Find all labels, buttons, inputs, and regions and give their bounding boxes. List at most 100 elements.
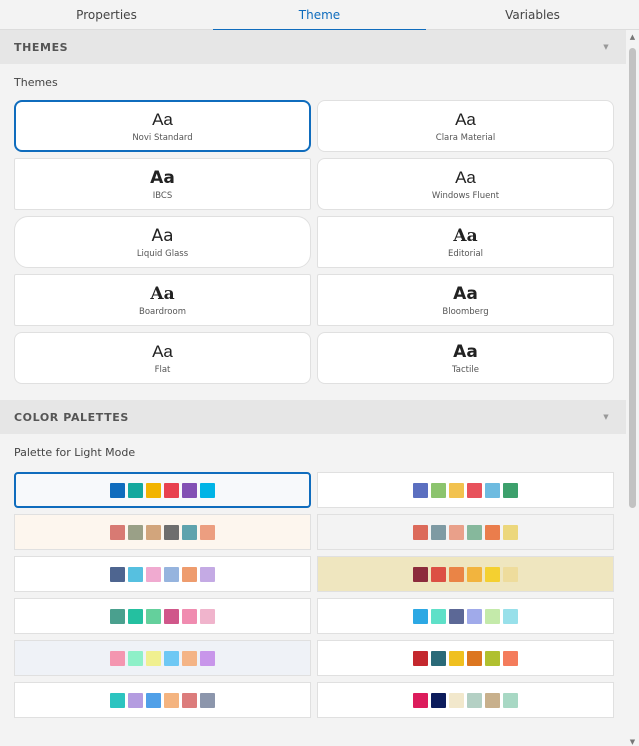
theme-name: Bloomberg bbox=[442, 306, 489, 317]
palette-swatch bbox=[431, 482, 446, 498]
palette-card[interactable] bbox=[317, 640, 614, 676]
theme-name: Clara Material bbox=[435, 132, 496, 143]
theme-name: Flat bbox=[154, 364, 171, 375]
palette-swatch bbox=[128, 482, 143, 498]
palette-swatch bbox=[164, 566, 179, 582]
palette-card[interactable] bbox=[14, 514, 311, 550]
palette-swatch bbox=[164, 524, 179, 540]
chevron-down-icon[interactable]: ▼ bbox=[600, 411, 612, 423]
palette-swatch bbox=[467, 692, 482, 708]
palette-swatch bbox=[146, 692, 161, 708]
palette-swatch bbox=[431, 566, 446, 582]
themes-section-header[interactable]: THEMES ▼ bbox=[0, 30, 626, 64]
theme-sample: Aa bbox=[455, 109, 476, 129]
palette-swatch bbox=[413, 692, 428, 708]
palette-swatch bbox=[431, 650, 446, 666]
theme-name: Boardroom bbox=[139, 306, 186, 317]
palette-card[interactable] bbox=[14, 556, 311, 592]
palette-swatch bbox=[449, 566, 464, 582]
palette-swatch bbox=[146, 482, 161, 498]
theme-card-tactile[interactable]: Aa Tactile bbox=[317, 332, 614, 384]
theme-card-windows-fluent[interactable]: Aa Windows Fluent bbox=[317, 158, 614, 210]
palette-swatch bbox=[413, 566, 428, 582]
palette-swatch bbox=[146, 566, 161, 582]
theme-sample: Aa bbox=[453, 283, 478, 304]
palette-card[interactable] bbox=[317, 472, 614, 508]
palette-swatch bbox=[200, 524, 215, 540]
palette-swatch bbox=[200, 650, 215, 666]
palette-swatch bbox=[128, 650, 143, 666]
palette-swatch bbox=[164, 608, 179, 624]
palette-swatch bbox=[146, 608, 161, 624]
vertical-scrollbar[interactable]: ▲ ▼ bbox=[626, 30, 639, 746]
palette-swatch bbox=[164, 482, 179, 498]
palette-swatch bbox=[431, 524, 446, 540]
palette-swatch bbox=[503, 566, 518, 582]
palette-card[interactable] bbox=[317, 514, 614, 550]
palette-swatch bbox=[467, 524, 482, 540]
palette-swatch bbox=[413, 482, 428, 498]
palette-swatch bbox=[110, 608, 125, 624]
theme-card-liquid-glass[interactable]: Aa Liquid Glass bbox=[14, 216, 311, 268]
palette-light-mode-label: Palette for Light Mode bbox=[14, 446, 136, 459]
palette-grid bbox=[0, 466, 626, 718]
palette-swatch bbox=[164, 650, 179, 666]
theme-card-bloomberg[interactable]: Aa Bloomberg bbox=[317, 274, 614, 326]
palette-swatch bbox=[182, 566, 197, 582]
theme-name: Liquid Glass bbox=[136, 248, 189, 259]
theme-card-flat[interactable]: Aa Flat bbox=[14, 332, 311, 384]
palette-card[interactable] bbox=[14, 598, 311, 634]
theme-sample: Aa bbox=[150, 283, 175, 304]
palette-swatch bbox=[503, 482, 518, 498]
theme-sample: Aa bbox=[453, 341, 478, 362]
palette-card[interactable] bbox=[14, 682, 311, 718]
tab-theme[interactable]: Theme bbox=[213, 0, 426, 31]
palette-swatch bbox=[503, 692, 518, 708]
palette-swatch bbox=[449, 482, 464, 498]
palette-card[interactable] bbox=[317, 598, 614, 634]
palette-swatch bbox=[449, 608, 464, 624]
palette-swatch bbox=[182, 650, 197, 666]
theme-sample: Aa bbox=[152, 109, 173, 129]
theme-name: Novi Standard bbox=[132, 132, 193, 143]
chevron-down-icon[interactable]: ▼ bbox=[600, 41, 612, 53]
theme-card-clara-material[interactable]: Aa Clara Material bbox=[317, 100, 614, 152]
theme-card-novi-standard[interactable]: Aa Novi Standard bbox=[14, 100, 311, 152]
palette-swatch bbox=[485, 524, 500, 540]
palette-swatch bbox=[431, 692, 446, 708]
palette-swatch bbox=[200, 482, 215, 498]
palette-swatch bbox=[503, 524, 518, 540]
palette-swatch bbox=[128, 566, 143, 582]
color-palettes-section-title: COLOR PALETTES bbox=[14, 410, 129, 424]
palette-swatch bbox=[110, 650, 125, 666]
tab-variables[interactable]: Variables bbox=[426, 0, 639, 30]
palette-swatch bbox=[503, 608, 518, 624]
palette-swatch bbox=[485, 566, 500, 582]
tab-properties[interactable]: Properties bbox=[0, 0, 213, 30]
palette-card[interactable] bbox=[317, 682, 614, 718]
theme-card-ibcs[interactable]: Aa IBCS bbox=[14, 158, 311, 210]
theme-sample: Aa bbox=[151, 225, 174, 246]
theme-sample: Aa bbox=[453, 225, 478, 246]
palette-swatch bbox=[449, 650, 464, 666]
palette-swatch bbox=[467, 608, 482, 624]
theme-card-editorial[interactable]: Aa Editorial bbox=[317, 216, 614, 268]
color-palettes-section-header[interactable]: COLOR PALETTES ▼ bbox=[0, 400, 626, 434]
scroll-up-arrow-icon[interactable]: ▲ bbox=[628, 33, 637, 41]
theme-sample: Aa bbox=[150, 167, 175, 188]
palette-swatch bbox=[413, 608, 428, 624]
themes-section-title: THEMES bbox=[14, 40, 69, 54]
palette-swatch bbox=[110, 566, 125, 582]
palette-swatch bbox=[467, 566, 482, 582]
palette-swatch bbox=[467, 482, 482, 498]
scrollbar-thumb[interactable] bbox=[629, 48, 636, 508]
palette-swatch bbox=[503, 650, 518, 666]
palette-card[interactable] bbox=[317, 556, 614, 592]
palette-swatch bbox=[200, 566, 215, 582]
palette-swatch bbox=[110, 524, 125, 540]
themes-label: Themes bbox=[14, 76, 58, 89]
palette-card[interactable] bbox=[14, 472, 311, 508]
scroll-down-arrow-icon[interactable]: ▼ bbox=[628, 738, 637, 746]
palette-card[interactable] bbox=[14, 640, 311, 676]
theme-card-boardroom[interactable]: Aa Boardroom bbox=[14, 274, 311, 326]
